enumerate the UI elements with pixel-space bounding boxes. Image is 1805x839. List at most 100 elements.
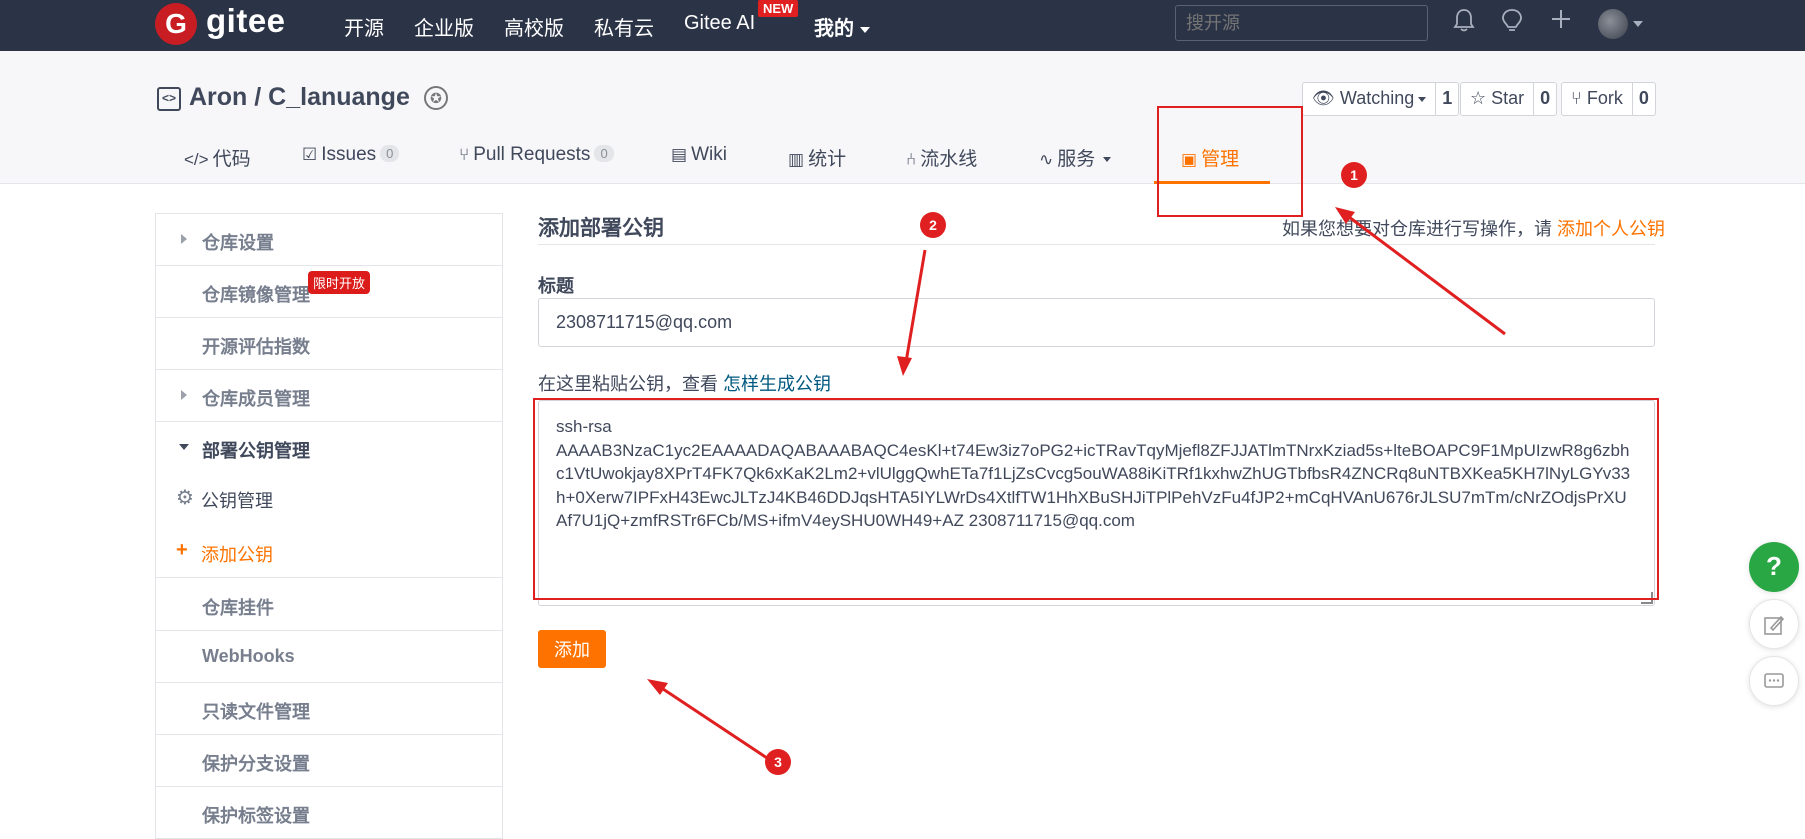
new-badge: NEW: [758, 0, 799, 17]
sidebar-item-protected-tags[interactable]: 保护标签设置: [156, 787, 502, 839]
nav-mine-label: 我的: [814, 18, 854, 40]
top-nav: G gitee 开源 企业版 高校版 私有云 Gitee AI NEW 我的: [0, 0, 1805, 51]
sidebar-item-key-management[interactable]: ⚙ 公钥管理: [156, 472, 502, 524]
sidebar-item-repo-settings[interactable]: 仓库设置: [156, 214, 502, 266]
sidebar-item-members[interactable]: 仓库成员管理: [156, 370, 502, 422]
repo-code-icon: <>: [157, 87, 181, 111]
nav-mine[interactable]: 我的: [814, 12, 870, 41]
chevron-down-icon: [1418, 96, 1427, 102]
add-personal-key-link[interactable]: 添加个人公钥: [1557, 219, 1665, 239]
title-label: 标题: [538, 276, 574, 296]
tab-code[interactable]: </> 代码: [184, 144, 251, 171]
sidebar-item-label: 只读文件管理: [202, 702, 310, 722]
nav-enterprise[interactable]: 企业版: [414, 12, 474, 41]
stats-icon: ▥: [788, 150, 805, 169]
nav-education[interactable]: 高校版: [504, 12, 564, 41]
tab-label: Issues: [321, 144, 377, 165]
feedback-edit-icon[interactable]: [1749, 599, 1799, 649]
sidebar-item-mirror[interactable]: 仓库镜像管理 限时开放: [156, 266, 502, 318]
avatar-chevron-icon[interactable]: [1633, 21, 1643, 27]
sidebar-item-label: 保护分支设置: [202, 754, 310, 774]
sidebar-item-label: 仓库镜像管理: [202, 285, 310, 305]
watch-label: Watching: [1339, 88, 1415, 108]
pipeline-icon: ⑃: [906, 150, 917, 169]
sidebar-item-label: 仓库设置: [202, 233, 274, 253]
services-icon: ∿: [1039, 150, 1054, 169]
sidebar-item-label: 公钥管理: [201, 491, 273, 511]
lightbulb-icon[interactable]: [1497, 8, 1527, 38]
sidebar-item-open-source-index[interactable]: 开源评估指数: [156, 318, 502, 370]
tab-issues[interactable]: ☑ Issues 0: [302, 144, 400, 166]
sidebar-item-add-key[interactable]: + 添加公钥: [156, 526, 502, 578]
watch-button[interactable]: 👁 Watching 1: [1302, 82, 1460, 116]
hint-text: 如果您想要对仓库进行写操作，请: [1282, 219, 1552, 239]
annotation-number-2: 2: [920, 212, 946, 238]
avatar[interactable]: [1598, 9, 1628, 39]
sidebar-item-label: 保护标签设置: [202, 806, 310, 826]
fork-count[interactable]: 0: [1633, 83, 1655, 115]
sidebar-item-widgets[interactable]: 仓库挂件: [156, 579, 502, 631]
how-to-generate-key-link[interactable]: 怎样生成公钥: [723, 374, 831, 394]
sidebar-item-label: 添加公钥: [201, 545, 273, 565]
badge-icon[interactable]: ✪: [424, 86, 448, 110]
chevron-down-icon: [179, 444, 189, 450]
star-count[interactable]: 0: [1534, 83, 1556, 115]
tab-label: 流水线: [920, 149, 978, 170]
limited-badge: 限时开放: [308, 271, 371, 294]
tab-label: 统计: [808, 149, 847, 170]
sidebar-item-deploy-keys[interactable]: 部署公钥管理: [156, 422, 502, 474]
settings-sidebar: 仓库设置 仓库镜像管理 限时开放 开源评估指数 仓库成员管理 部署公钥管理 ⚙ 公钥…: [155, 213, 503, 839]
chevron-down-icon: [1103, 157, 1112, 163]
nav-open-source[interactable]: 开源: [344, 12, 384, 41]
chat-icon[interactable]: [1749, 656, 1799, 706]
tab-label: Pull Requests: [473, 144, 591, 165]
wiki-icon: ▤: [671, 145, 688, 164]
code-icon: </>: [184, 150, 209, 169]
gitee-logo-icon[interactable]: G: [155, 3, 197, 45]
star-button[interactable]: ☆ Star 0: [1460, 82, 1558, 116]
sidebar-item-label: 仓库挂件: [202, 598, 274, 618]
add-button[interactable]: 添加: [538, 630, 606, 668]
sidebar-item-webhooks[interactable]: WebHooks: [156, 631, 502, 683]
project-title[interactable]: Aron / C_lanuange: [189, 83, 410, 112]
annotation-box-manage: [1157, 106, 1303, 217]
annotation-number-1: 1: [1341, 162, 1367, 188]
divider: [538, 244, 1655, 245]
page-title: 添加部署公钥: [538, 217, 664, 240]
fork-button[interactable]: ⑂ Fork 0: [1561, 82, 1656, 116]
star-icon: ☆: [1470, 88, 1487, 108]
nav-gitee-ai[interactable]: Gitee AI: [684, 12, 755, 35]
title-field[interactable]: [538, 298, 1655, 347]
nav-private-cloud[interactable]: 私有云: [594, 12, 654, 41]
sidebar-item-protected-branches[interactable]: 保护分支设置: [156, 735, 502, 787]
annotation-box-key: [533, 398, 1659, 600]
chevron-right-icon: [181, 234, 187, 244]
project-header: [0, 51, 1805, 184]
plus-icon[interactable]: [1546, 8, 1576, 38]
tab-label: Wiki: [691, 144, 727, 165]
sidebar-item-readonly-files[interactable]: 只读文件管理: [156, 683, 502, 735]
tab-stats[interactable]: ▥ 统计: [788, 144, 846, 171]
help-button[interactable]: ?: [1749, 542, 1799, 592]
gitee-logo-text[interactable]: gitee: [206, 2, 286, 40]
tab-pull-requests[interactable]: ⑂ Pull Requests 0: [459, 144, 614, 166]
issues-icon: ☑: [302, 145, 318, 164]
search-input[interactable]: [1175, 5, 1428, 41]
chevron-right-icon: [181, 390, 187, 400]
tab-count: 0: [380, 145, 400, 162]
sidebar-item-label: 仓库成员管理: [202, 389, 310, 409]
tab-services[interactable]: ∿ 服务: [1039, 144, 1112, 171]
paste-label-text: 在这里粘贴公钥，查看: [538, 374, 718, 394]
tab-pipeline[interactable]: ⑃ 流水线: [906, 144, 977, 171]
gear-icon: ⚙: [176, 487, 194, 509]
tab-wiki[interactable]: ▤ Wiki: [671, 144, 727, 166]
sidebar-item-label: WebHooks: [202, 646, 295, 666]
fork-icon: ⑂: [1571, 88, 1582, 108]
paste-key-label: 在这里粘贴公钥，查看 怎样生成公钥: [538, 370, 831, 396]
watch-count[interactable]: 1: [1436, 83, 1458, 115]
personal-key-hint: 如果您想要对仓库进行写操作，请 添加个人公钥: [1282, 215, 1665, 241]
plus-icon: +: [176, 539, 188, 561]
tab-label: 代码: [212, 149, 251, 170]
bell-icon[interactable]: [1449, 8, 1479, 38]
eye-icon: 👁: [1312, 88, 1335, 108]
